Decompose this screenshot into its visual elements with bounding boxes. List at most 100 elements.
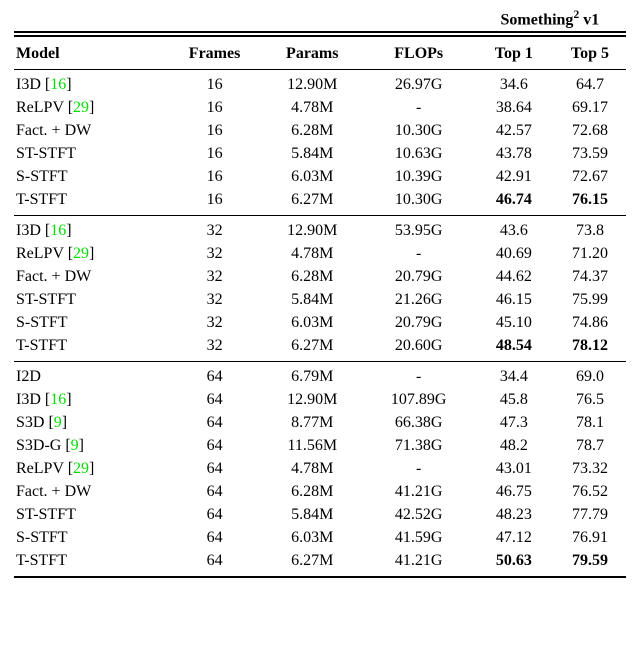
table-row: T-STFT646.27M41.21G50.6379.59 <box>14 550 626 578</box>
cell-model: S-STFT <box>14 527 168 550</box>
cell-top5: 78.7 <box>554 435 626 458</box>
citation-ref[interactable]: 16 <box>50 391 66 408</box>
cell-top1: 38.64 <box>474 97 554 120</box>
citation-ref[interactable]: 29 <box>73 460 89 477</box>
cell-params: 4.78M <box>261 243 364 266</box>
cell-params: 6.03M <box>261 312 364 335</box>
header-group: Something2 v1 <box>474 8 626 32</box>
cell-params: 11.56M <box>261 435 364 458</box>
cell-model: ST-STFT <box>14 289 168 312</box>
table-row: ReLPV [29]644.78M-43.0173.32 <box>14 458 626 481</box>
table-row: ST-STFT165.84M10.63G43.7873.59 <box>14 143 626 166</box>
cell-frames: 64 <box>168 389 261 412</box>
cell-flops: 41.59G <box>364 527 474 550</box>
cell-model: S3D [9] <box>14 412 168 435</box>
table-row: I3D [16]6412.90M107.89G45.876.5 <box>14 389 626 412</box>
table-row: ReLPV [29]324.78M-40.6971.20 <box>14 243 626 266</box>
cell-flops: 41.21G <box>364 550 474 578</box>
cell-top5: 71.20 <box>554 243 626 266</box>
cell-flops: - <box>364 362 474 389</box>
cell-params: 6.28M <box>261 266 364 289</box>
cell-params: 8.77M <box>261 412 364 435</box>
cell-flops: 10.30G <box>364 120 474 143</box>
table-row: Fact. + DW166.28M10.30G42.5772.68 <box>14 120 626 143</box>
citation-ref[interactable]: 29 <box>73 245 89 262</box>
table-row: T-STFT166.27M10.30G46.7476.15 <box>14 189 626 216</box>
cell-params: 5.84M <box>261 504 364 527</box>
cell-params: 6.79M <box>261 362 364 389</box>
cell-top5: 73.59 <box>554 143 626 166</box>
cell-params: 6.27M <box>261 550 364 578</box>
cell-top1: 45.10 <box>474 312 554 335</box>
cell-top5: 72.68 <box>554 120 626 143</box>
cell-params: 6.28M <box>261 481 364 504</box>
cell-flops: 26.97G <box>364 70 474 97</box>
cell-top1: 50.63 <box>474 550 554 578</box>
cell-top1: 44.62 <box>474 266 554 289</box>
cell-params: 12.90M <box>261 389 364 412</box>
cell-frames: 16 <box>168 120 261 143</box>
cell-top5: 76.5 <box>554 389 626 412</box>
cell-flops: 20.79G <box>364 266 474 289</box>
table-row: ReLPV [29]164.78M-38.6469.17 <box>14 97 626 120</box>
cell-model: S-STFT <box>14 312 168 335</box>
cell-frames: 64 <box>168 458 261 481</box>
cell-top1: 46.15 <box>474 289 554 312</box>
cell-flops: 42.52G <box>364 504 474 527</box>
cell-flops: - <box>364 458 474 481</box>
cell-flops: - <box>364 243 474 266</box>
cell-frames: 64 <box>168 504 261 527</box>
cell-top5: 74.86 <box>554 312 626 335</box>
cell-top5: 76.91 <box>554 527 626 550</box>
citation-ref[interactable]: 9 <box>71 437 79 454</box>
cell-model: S3D-G [9] <box>14 435 168 458</box>
cell-top5: 73.32 <box>554 458 626 481</box>
cell-model: T-STFT <box>14 335 168 362</box>
col-model: Model <box>14 36 168 70</box>
cell-frames: 16 <box>168 70 261 97</box>
results-table: Something2 v1 Model Frames Params FLOPs … <box>14 8 626 578</box>
table-row: ST-STFT325.84M21.26G46.1575.99 <box>14 289 626 312</box>
cell-flops: 107.89G <box>364 389 474 412</box>
cell-top5: 64.7 <box>554 70 626 97</box>
cell-frames: 32 <box>168 335 261 362</box>
cell-model: I3D [16] <box>14 389 168 412</box>
cell-top1: 48.2 <box>474 435 554 458</box>
table-row: S3D [9]648.77M66.38G47.378.1 <box>14 412 626 435</box>
cell-model: Fact. + DW <box>14 266 168 289</box>
citation-ref[interactable]: 9 <box>54 414 62 431</box>
citation-ref[interactable]: 16 <box>50 222 66 239</box>
cell-model: ST-STFT <box>14 504 168 527</box>
cell-flops: - <box>364 97 474 120</box>
cell-params: 6.03M <box>261 527 364 550</box>
cell-frames: 64 <box>168 527 261 550</box>
cell-flops: 66.38G <box>364 412 474 435</box>
cell-top1: 40.69 <box>474 243 554 266</box>
citation-ref[interactable]: 29 <box>73 99 89 116</box>
cell-flops: 10.30G <box>364 189 474 216</box>
cell-top5: 74.37 <box>554 266 626 289</box>
table-row: Fact. + DW326.28M20.79G44.6274.37 <box>14 266 626 289</box>
cell-top1: 48.54 <box>474 335 554 362</box>
cell-top5: 72.67 <box>554 166 626 189</box>
cell-model: Fact. + DW <box>14 481 168 504</box>
cell-model: I3D [16] <box>14 70 168 97</box>
cell-frames: 64 <box>168 412 261 435</box>
cell-frames: 64 <box>168 550 261 578</box>
cell-flops: 10.63G <box>364 143 474 166</box>
cell-top1: 34.6 <box>474 70 554 97</box>
cell-top1: 43.6 <box>474 216 554 243</box>
cell-top1: 43.78 <box>474 143 554 166</box>
citation-ref[interactable]: 16 <box>50 76 66 93</box>
cell-model: T-STFT <box>14 189 168 216</box>
table-row: Fact. + DW646.28M41.21G46.7576.52 <box>14 481 626 504</box>
header-group-b: v1 <box>583 11 599 28</box>
cell-frames: 64 <box>168 362 261 389</box>
table-row: S-STFT646.03M41.59G47.1276.91 <box>14 527 626 550</box>
cell-frames: 32 <box>168 243 261 266</box>
cell-top5: 76.15 <box>554 189 626 216</box>
cell-top1: 42.57 <box>474 120 554 143</box>
col-top5: Top 5 <box>554 36 626 70</box>
table-row: T-STFT326.27M20.60G48.5478.12 <box>14 335 626 362</box>
cell-params: 6.28M <box>261 120 364 143</box>
